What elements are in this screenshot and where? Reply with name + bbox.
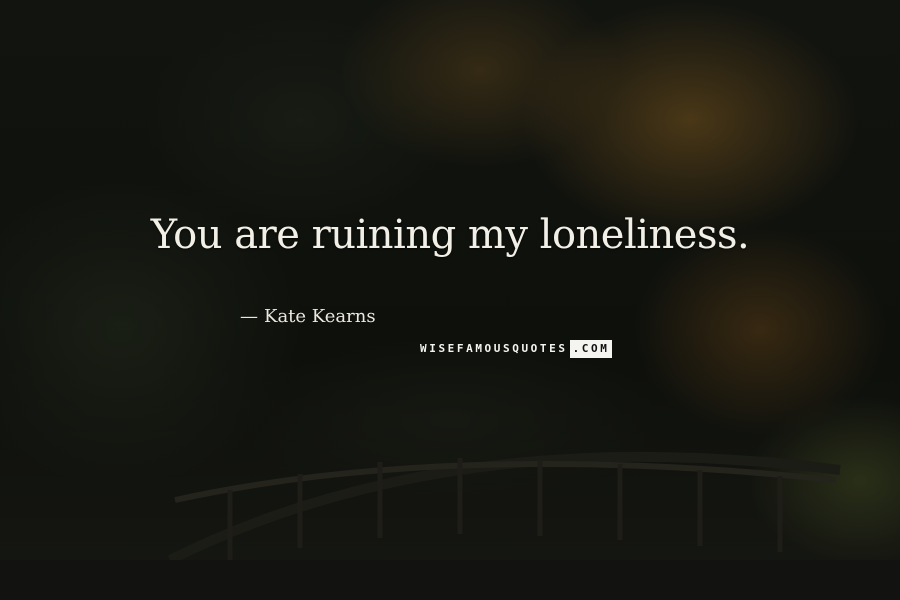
quote-text: You are ruining my loneliness.: [150, 212, 750, 258]
watermark-main: WISEFAMOUSQUOTES: [420, 342, 568, 355]
site-watermark: WISEFAMOUSQUOTES .COM: [420, 340, 613, 358]
footbridge-silhouette: [0, 451, 900, 600]
background-photo: You are ruining my loneliness. — Kate Kea…: [0, 0, 900, 600]
author-name: Kate Kearns: [264, 306, 376, 327]
watermark-tail: .COM: [569, 340, 613, 358]
quote-author: — Kate Kearns: [240, 306, 376, 327]
author-dash: —: [240, 306, 258, 327]
